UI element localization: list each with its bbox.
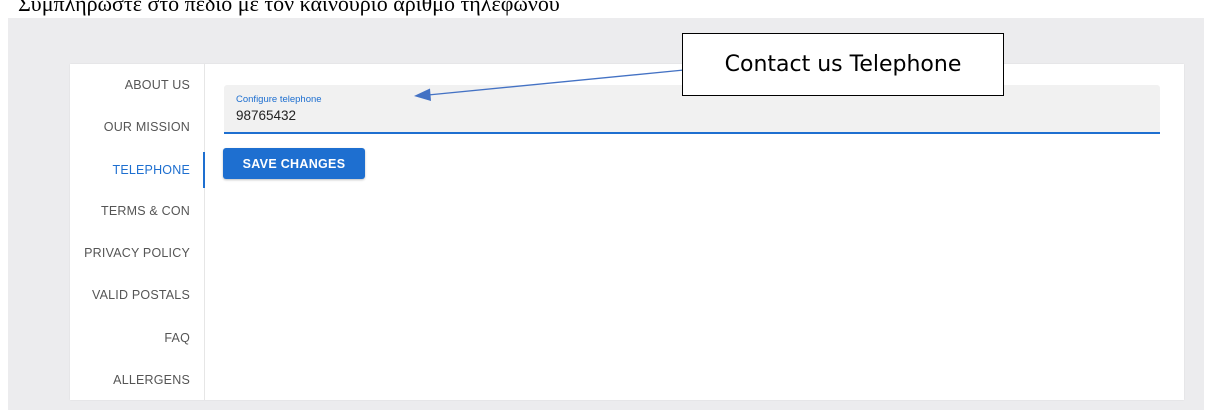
annotation-callout-text: Contact us Telephone bbox=[724, 52, 962, 77]
annotation-callout: Contact us Telephone bbox=[682, 33, 1004, 96]
arrow-left-icon bbox=[414, 69, 685, 101]
